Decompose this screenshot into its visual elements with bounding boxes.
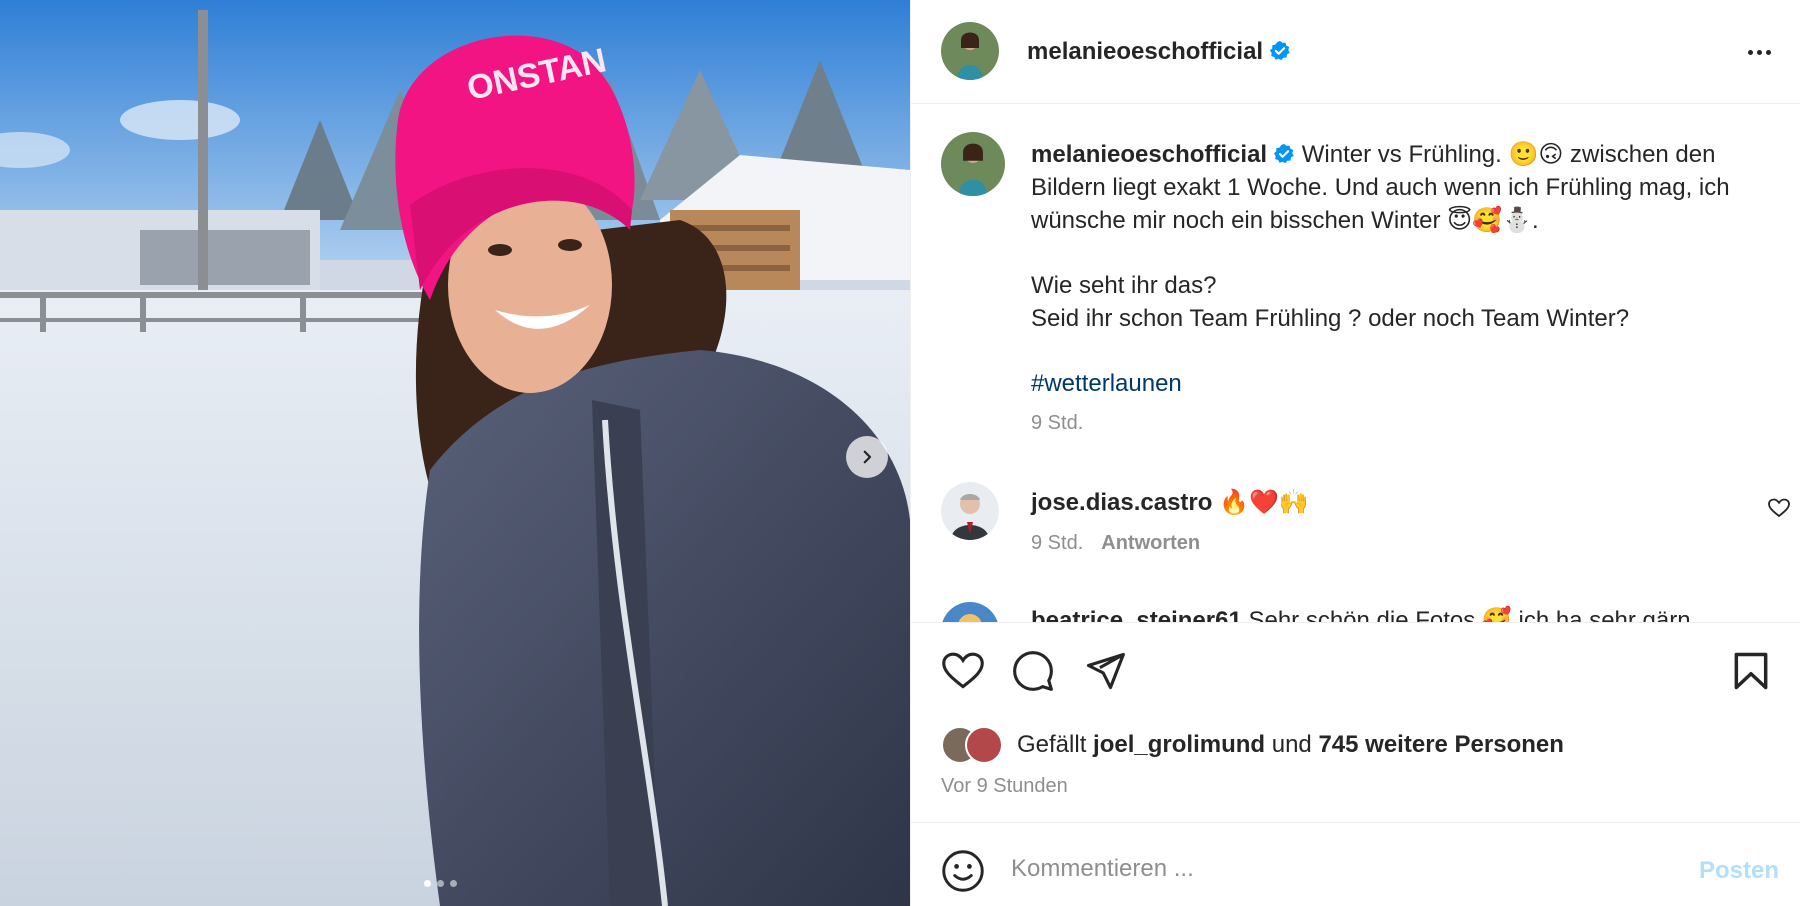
commenter-avatar[interactable]	[941, 602, 999, 622]
post-comment-button[interactable]: Posten	[1699, 857, 1779, 885]
more-options-button[interactable]	[1739, 36, 1779, 68]
comment-composer: Posten	[911, 822, 1800, 906]
share-button[interactable]	[1083, 649, 1127, 693]
author-username[interactable]: melanieoeschofficial	[1027, 38, 1263, 65]
liker-avatars	[941, 726, 1007, 764]
next-photo-button[interactable]	[846, 436, 888, 478]
caption-team-question: Seid ihr schon Team Frühling ? oder noch…	[1031, 305, 1630, 332]
carousel-dot	[424, 880, 431, 887]
caption-username[interactable]: melanieoeschofficial	[1031, 141, 1267, 168]
post-caption: melanieoeschofficial Winter vs Frühling.…	[1031, 138, 1771, 400]
more-dot-icon	[1747, 49, 1753, 55]
comment-text-line: beatrice_steiner61 Sehr schön die Fotos …	[1031, 606, 1691, 622]
action-bar: Gefällt joel_grolimund und 745 weitere P…	[911, 622, 1800, 822]
commenter-avatar-image	[941, 602, 999, 622]
emoji-picker-button[interactable]	[941, 849, 985, 893]
post-header: melanieoeschofficial	[911, 0, 1800, 104]
comment-username[interactable]: beatrice_steiner61	[1031, 607, 1242, 622]
post-timestamp: Vor 9 Stunden	[941, 775, 1068, 797]
bookmark-icon	[1734, 652, 1768, 690]
photo-image: ONSTAN	[0, 0, 910, 906]
likes-summary[interactable]: Gefällt joel_grolimund und 745 weitere P…	[941, 725, 1564, 765]
likes-and: und	[1271, 731, 1312, 758]
verified-badge-icon	[1270, 40, 1290, 61]
post-details-panel: melanieoeschofficial melanieoeschofficia…	[910, 0, 1800, 906]
comment-text: Sehr schön die Fotos 🥰 ich ha sehr gärn	[1248, 607, 1691, 622]
caption-question: Wie seht ihr das?	[1031, 272, 1217, 299]
paper-plane-icon	[1086, 652, 1125, 690]
liker-avatar	[965, 726, 1003, 764]
like-button[interactable]	[941, 649, 985, 693]
caption-timestamp: 9 Std.	[1031, 412, 1084, 434]
author-avatar[interactable]	[941, 22, 999, 80]
likes-prefix: Gefällt	[1017, 731, 1087, 758]
likes-others-count[interactable]: 745 weitere Personen	[1318, 731, 1563, 759]
comment-meta: 9 Std. Antworten	[1031, 532, 1200, 555]
more-dot-icon	[1756, 49, 1762, 55]
comment-time: 9 Std.	[1031, 532, 1084, 554]
smiley-icon	[942, 850, 984, 892]
author-username-header[interactable]: melanieoeschofficial	[1027, 38, 1291, 66]
save-button[interactable]	[1729, 649, 1773, 693]
hashtag-link[interactable]: #wetterlaunen	[1031, 370, 1182, 397]
caption-author-avatar[interactable]	[941, 132, 1005, 196]
verified-badge-icon	[1274, 143, 1294, 164]
comment-text: 🔥❤️🙌	[1219, 489, 1309, 516]
comment-username[interactable]: jose.dias.castro	[1031, 489, 1212, 516]
comment-input[interactable]	[1011, 845, 1631, 893]
reply-button[interactable]: Antworten	[1101, 532, 1200, 554]
speech-bubble-icon	[1013, 651, 1053, 691]
author-avatar-image	[941, 22, 999, 80]
carousel-indicator	[424, 880, 457, 887]
carousel-dot	[450, 880, 457, 887]
liker-username[interactable]: joel_grolimund	[1093, 731, 1265, 759]
comments-section[interactable]: melanieoeschofficial Winter vs Frühling.…	[911, 104, 1800, 622]
more-dot-icon	[1765, 49, 1771, 55]
carousel-dot	[437, 880, 444, 887]
post-photo[interactable]: ONSTAN	[0, 0, 910, 906]
commenter-avatar-image	[941, 482, 999, 540]
comment-button[interactable]	[1011, 649, 1055, 693]
caption-avatar-image	[941, 132, 1005, 196]
heart-icon	[942, 652, 984, 689]
chevron-right-icon	[863, 450, 872, 464]
commenter-avatar[interactable]	[941, 482, 999, 540]
comment-like-heart-icon[interactable]	[1767, 496, 1791, 520]
comment-text-line: jose.dias.castro 🔥❤️🙌	[1031, 488, 1309, 517]
